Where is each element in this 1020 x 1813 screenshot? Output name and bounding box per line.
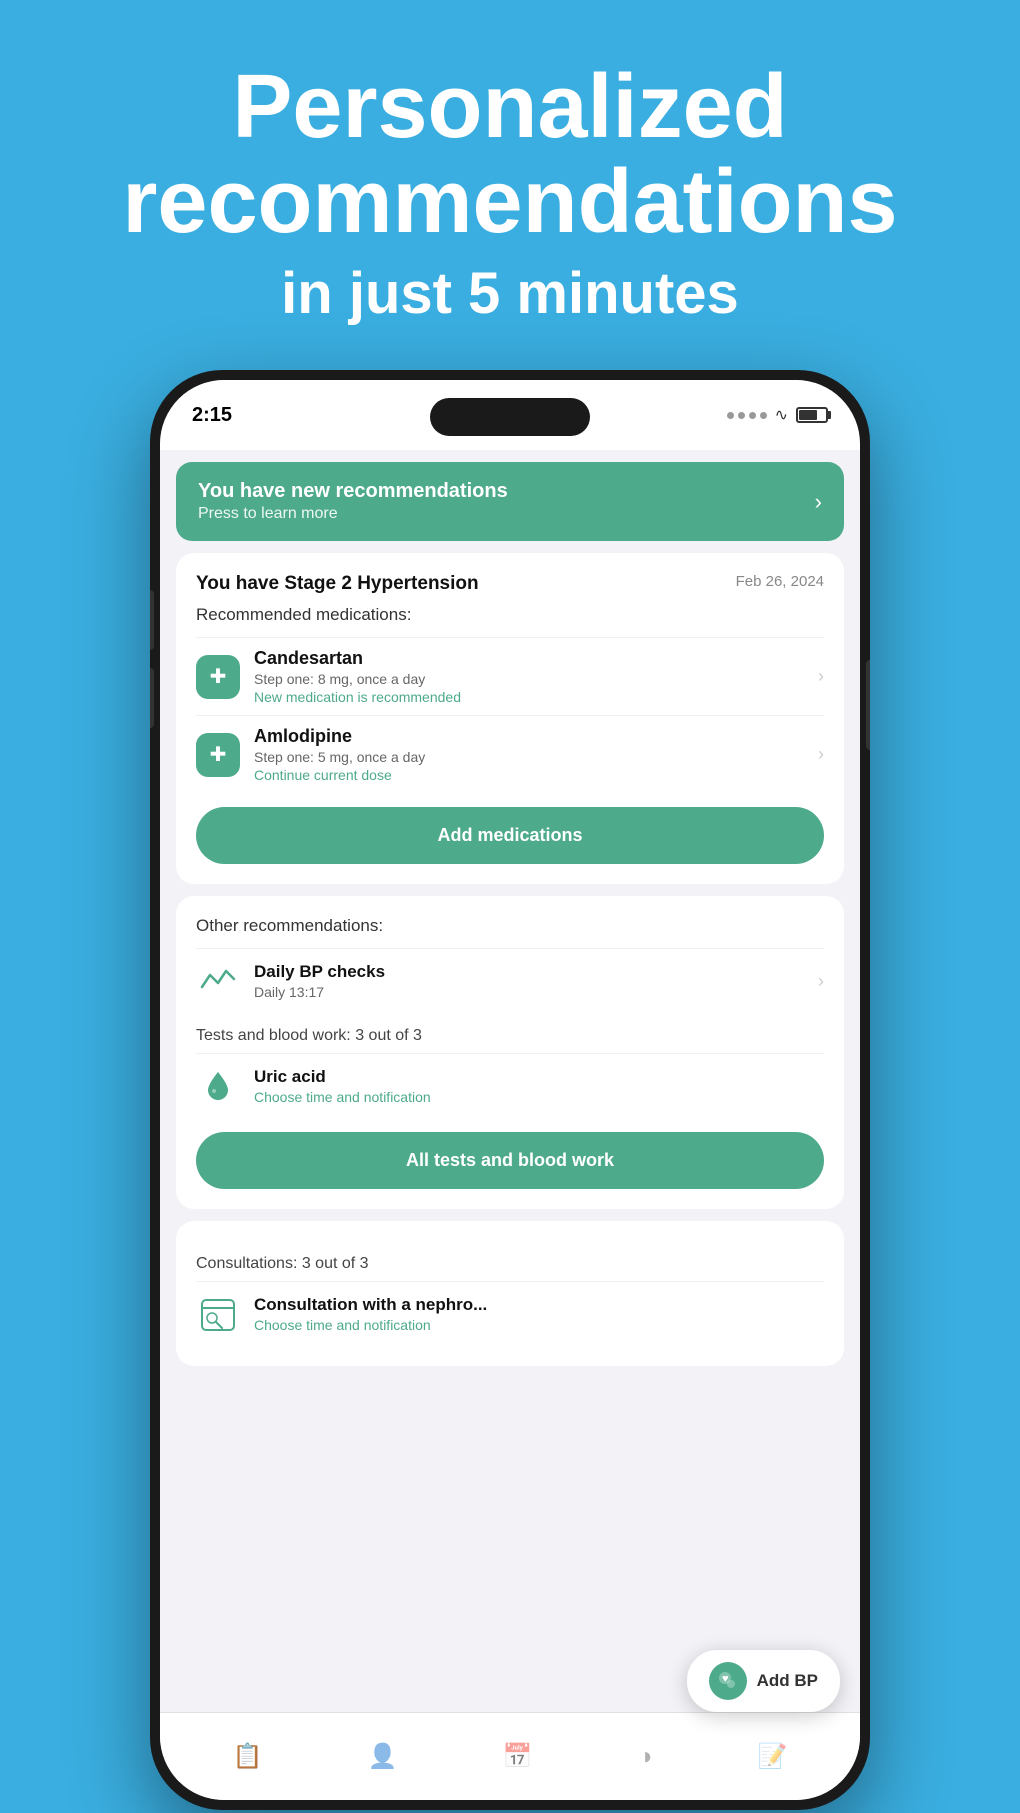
amlodipine-dose: Step one: 5 mg, once a day (254, 749, 818, 765)
tests-label: Tests and blood work: 3 out of 3 (196, 1027, 824, 1045)
consultations-label: Consultations: 3 out of 3 (196, 1255, 824, 1273)
volume-up-button (150, 590, 154, 650)
nav-item-notes[interactable]: 📝 (758, 1742, 788, 1771)
screen-content: You have new recommendations Press to le… (160, 450, 860, 1800)
signal-icon (727, 412, 767, 419)
banner-title: You have new recommendations (198, 480, 508, 503)
add-bp-icon: ♥ (709, 1662, 747, 1700)
pill-icon: ✚ (210, 664, 227, 689)
all-tests-button[interactable]: All tests and blood work (196, 1132, 824, 1189)
bp-name: Daily BP checks (254, 962, 818, 982)
other-recommendations-card: Other recommendations: Daily BP checks D… (176, 896, 844, 1209)
hero-title: Personalized recommendations (60, 60, 960, 249)
uric-name: Uric acid (254, 1067, 824, 1087)
candesartan-arrow-icon: › (818, 666, 824, 687)
bp-chart-icon (196, 959, 240, 1003)
consult-info: Consultation with a nephro... Choose tim… (254, 1295, 824, 1333)
banner-arrow-icon: › (815, 489, 822, 515)
nav-item-profile[interactable]: 👤 (368, 1742, 398, 1771)
consultation-item[interactable]: Consultation with a nephro... Choose tim… (196, 1281, 824, 1346)
candesartan-name: Candesartan (254, 648, 818, 669)
volume-down-button (150, 668, 154, 728)
notes-icon: 📝 (758, 1742, 788, 1771)
candesartan-info: Candesartan Step one: 8 mg, once a day N… (254, 648, 818, 705)
other-rec-label: Other recommendations: (196, 916, 824, 936)
pill-icon-2: ✚ (210, 742, 227, 767)
amlodipine-arrow-icon: › (818, 744, 824, 765)
consult-icon (196, 1292, 240, 1336)
hero-section: Personalized recommendations in just 5 m… (0, 0, 1020, 369)
consultations-card: Consultations: 3 out of 3 Consultation w… (176, 1221, 844, 1366)
uric-info: Uric acid Choose time and notification (254, 1067, 824, 1105)
dynamic-island (430, 398, 590, 436)
bp-schedule: Daily 13:17 (254, 984, 818, 1000)
diagnosis-title: You have Stage 2 Hypertension (196, 573, 479, 595)
daily-bp-item[interactable]: Daily BP checks Daily 13:17 › (196, 948, 824, 1013)
banner-subtitle: Press to learn more (198, 505, 508, 523)
candesartan-status: New medication is recommended (254, 689, 818, 705)
medications-label: Recommended medications: (196, 605, 824, 625)
person-icon: 👤 (368, 1742, 398, 1771)
banner-text: You have new recommendations Press to le… (198, 480, 508, 523)
status-time: 2:15 (192, 404, 232, 427)
candesartan-icon: ✚ (196, 655, 240, 699)
diagnosis-date: Feb 26, 2024 (736, 573, 824, 590)
wifi-icon: ∿ (775, 405, 788, 425)
clipboard-icon: 📋 (233, 1742, 263, 1771)
add-bp-label: Add BP (757, 1671, 818, 1691)
side-buttons (150, 590, 154, 728)
candesartan-item[interactable]: ✚ Candesartan Step one: 8 mg, once a day… (196, 637, 824, 715)
bp-arrow-icon: › (818, 971, 824, 992)
amlodipine-info: Amlodipine Step one: 5 mg, once a day Co… (254, 726, 818, 783)
battery-icon (796, 407, 828, 423)
calendar-icon: 📅 (503, 1742, 533, 1771)
candesartan-dose: Step one: 8 mg, once a day (254, 671, 818, 687)
bp-info: Daily BP checks Daily 13:17 (254, 962, 818, 1000)
uric-drop-icon (196, 1064, 240, 1108)
phone-screen: 2:15 ∿ You have new recommendations (160, 380, 860, 1800)
nav-item-calendar[interactable]: 📅 (503, 1742, 533, 1771)
uric-action: Choose time and notification (254, 1089, 824, 1105)
bottom-nav: 📋 👤 📅 ◑ 📝 (160, 1712, 860, 1800)
card-header: You have Stage 2 Hypertension Feb 26, 20… (196, 573, 824, 595)
amlodipine-status: Continue current dose (254, 767, 818, 783)
amlodipine-icon: ✚ (196, 733, 240, 777)
add-bp-button[interactable]: ♥ Add BP (687, 1650, 840, 1712)
nav-item-home[interactable]: 📋 (233, 1742, 263, 1771)
add-medications-button[interactable]: Add medications (196, 807, 824, 864)
amlodipine-name: Amlodipine (254, 726, 818, 747)
consult-action: Choose time and notification (254, 1317, 824, 1333)
power-button (866, 660, 870, 750)
nav-item-stats[interactable]: ◑ (638, 1743, 653, 1771)
uric-acid-item[interactable]: Uric acid Choose time and notification (196, 1053, 824, 1118)
phone-frame: 2:15 ∿ You have new recommendations (150, 370, 870, 1810)
amlodipine-item[interactable]: ✚ Amlodipine Step one: 5 mg, once a day … (196, 715, 824, 793)
chart-icon: ◑ (638, 1743, 653, 1771)
svg-text:♥: ♥ (722, 1673, 729, 1685)
recommendation-banner[interactable]: You have new recommendations Press to le… (176, 462, 844, 541)
hypertension-card: You have Stage 2 Hypertension Feb 26, 20… (176, 553, 844, 884)
consult-name: Consultation with a nephro... (254, 1295, 824, 1315)
status-icons: ∿ (727, 405, 828, 425)
hero-subtitle: in just 5 minutes (60, 259, 960, 329)
